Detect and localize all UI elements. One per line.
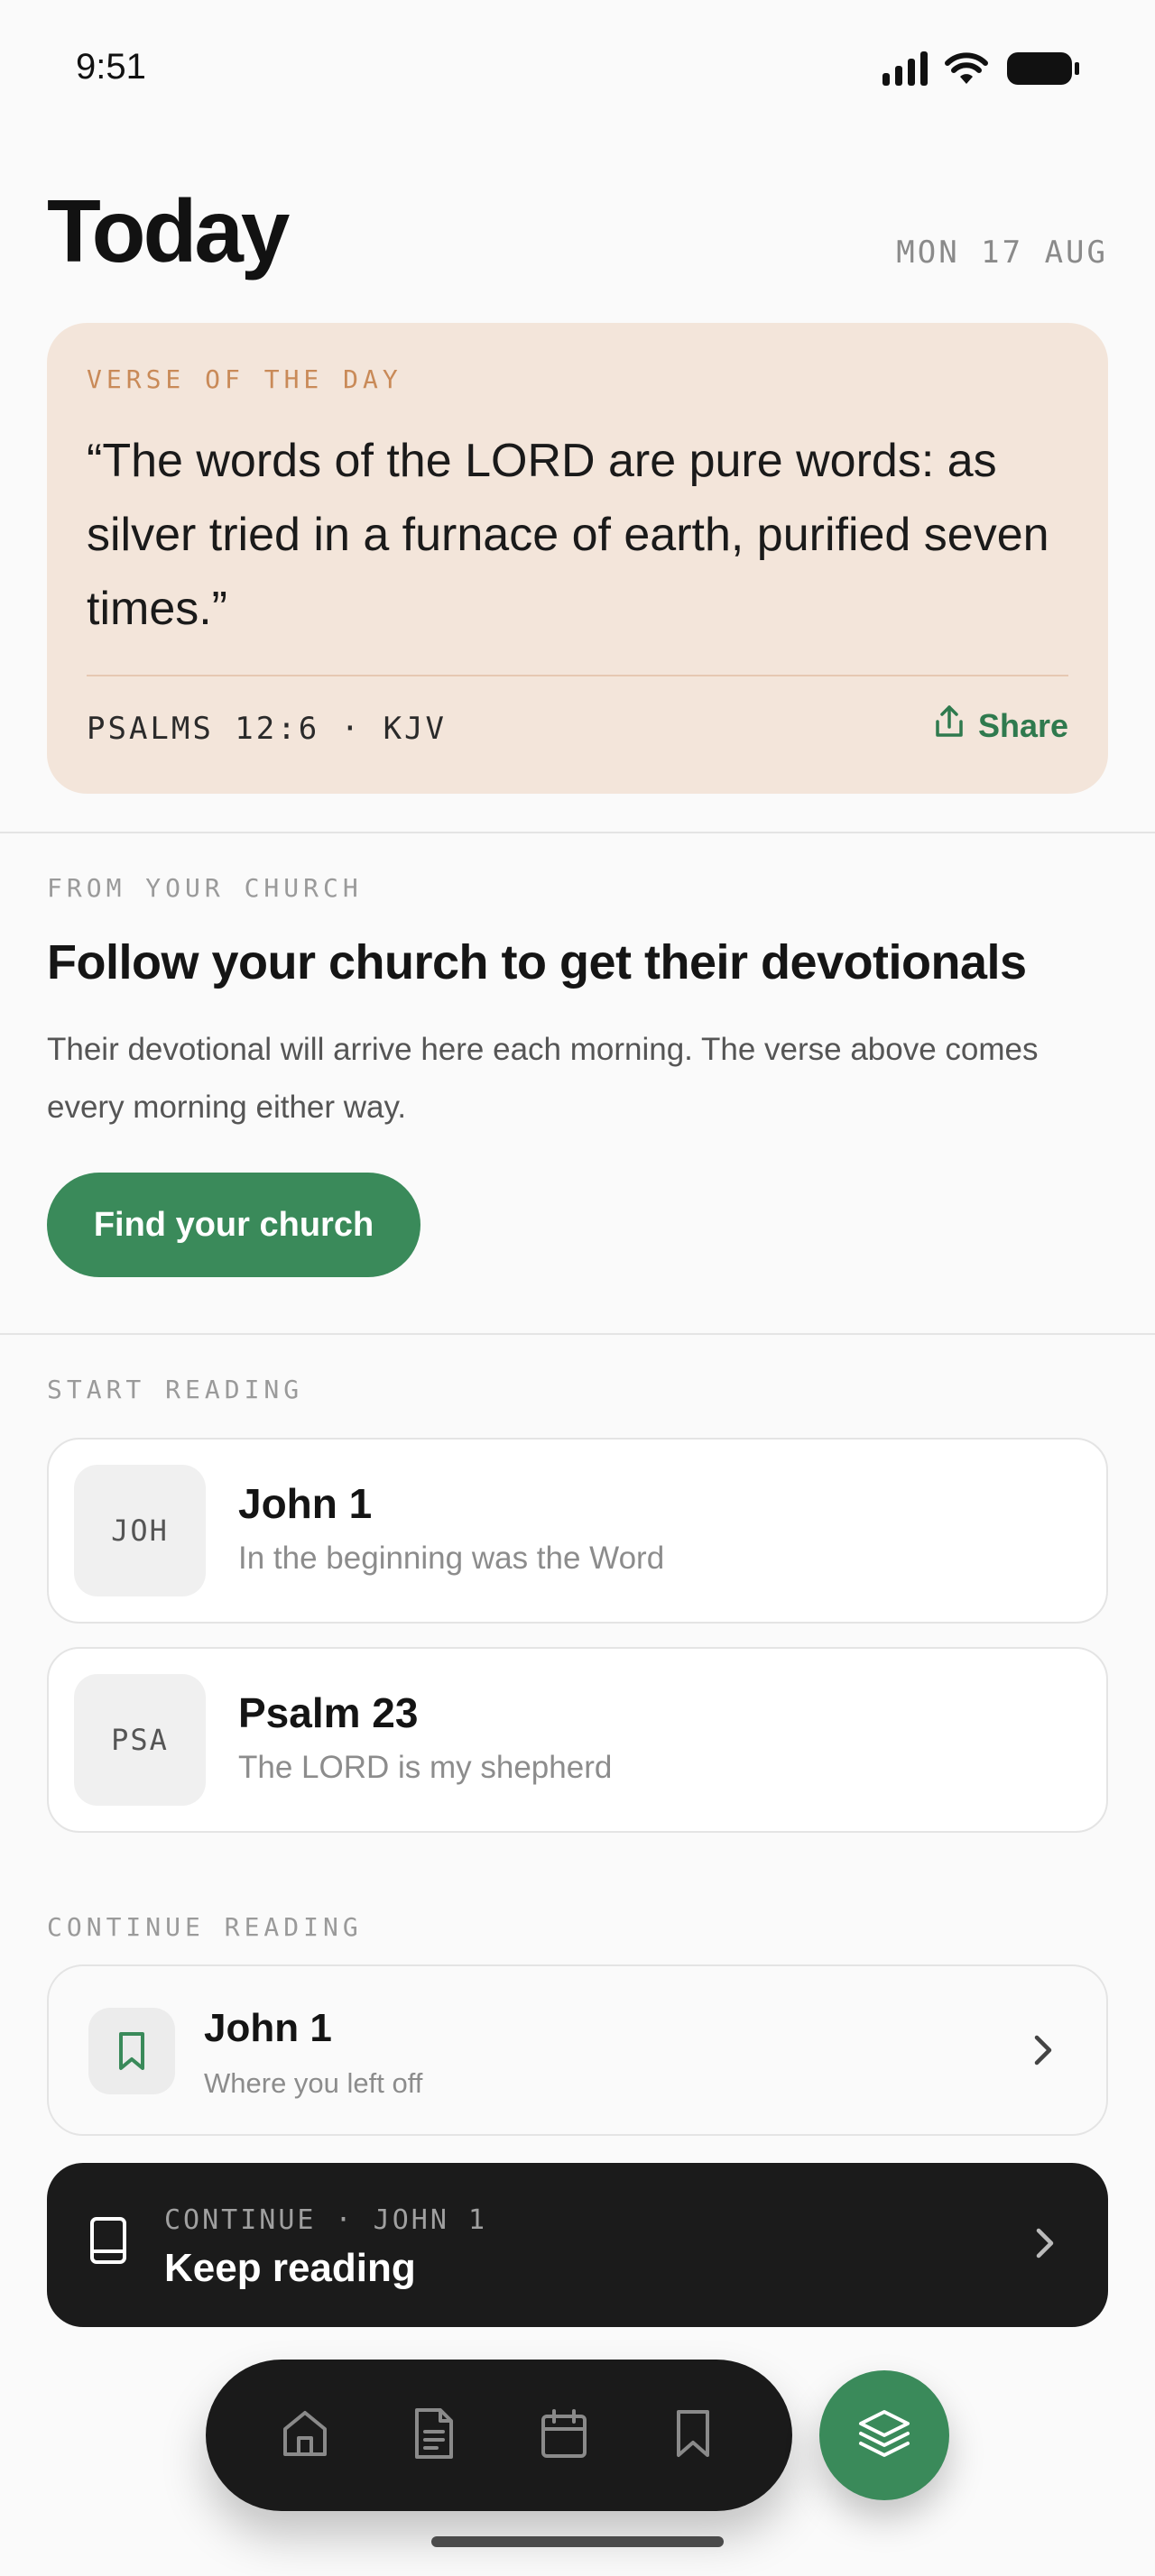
status-time: 9:51 (76, 47, 146, 87)
status-bar: 9:51 (0, 0, 1155, 135)
find-your-church-button[interactable]: Find your church (47, 1173, 420, 1277)
calendar-icon (539, 2407, 589, 2463)
verse-eyebrow: VERSE OF THE DAY (87, 364, 402, 394)
tab-calendar[interactable] (521, 2392, 607, 2479)
signal-icon (882, 51, 928, 86)
reading-card-subtitle: The LORD is my shepherd (238, 1750, 613, 1785)
battery-icon (1005, 51, 1081, 87)
bookmark-icon (673, 2408, 713, 2462)
share-button[interactable]: Share (933, 704, 1068, 748)
church-title: Follow your church to get their devotion… (47, 935, 1027, 989)
keep-reading-title: Keep reading (164, 2246, 416, 2290)
continue-title: John 1 (204, 2006, 332, 2050)
verse-divider (87, 675, 1068, 676)
layers-fab-button[interactable] (819, 2370, 949, 2500)
page-date: MON 17 AUG (896, 235, 1108, 271)
church-description: Their devotional will arrive here each m… (47, 1032, 1039, 1125)
tab-documents[interactable] (391, 2392, 477, 2479)
section-divider (0, 832, 1155, 833)
reading-card-title: Psalm 23 (238, 1689, 419, 1736)
keep-reading-bar[interactable]: CONTINUE · JOHN 1 Keep reading (47, 2163, 1108, 2327)
book-icon (87, 2215, 130, 2269)
tab-bar (206, 2360, 792, 2511)
church-eyebrow: FROM YOUR CHURCH (47, 873, 363, 903)
reading-card-psalm-23[interactable]: PSA Psalm 23 The LORD is my shepherd (47, 1647, 1108, 1833)
tab-home[interactable] (262, 2392, 348, 2479)
keep-reading-eyebrow: CONTINUE · JOHN 1 (164, 2204, 488, 2236)
page-title: Today (47, 181, 290, 281)
book-abbr-tile: JOH (74, 1465, 206, 1596)
verse-reference: PSALMS 12:6 · KJV (87, 711, 447, 747)
reading-card-title: John 1 (238, 1480, 373, 1527)
wifi-icon (944, 51, 989, 86)
chevron-right-icon (1032, 2222, 1058, 2268)
chevron-right-icon (1030, 2031, 1056, 2073)
start-reading-eyebrow: START READING (47, 1375, 304, 1404)
reading-card-subtitle: In the beginning was the Word (238, 1541, 665, 1576)
continue-reading-eyebrow: CONTINUE READING (47, 1912, 363, 1942)
tab-bookmarks[interactable] (650, 2392, 736, 2479)
share-label: Share (977, 706, 1068, 744)
home-icon (280, 2407, 330, 2463)
reading-card-john-1[interactable]: JOH John 1 In the beginning was the Word (47, 1438, 1108, 1624)
bookmark-icon (88, 2008, 175, 2094)
status-icons (882, 51, 1081, 87)
layers-icon (855, 2406, 913, 2464)
share-icon (933, 704, 966, 748)
book-abbr-tile: PSA (74, 1674, 206, 1806)
verse-text: “The words of the LORD are pure words: a… (87, 435, 1049, 635)
continue-subtitle: Where you left off (204, 2067, 423, 2099)
section-divider (0, 1333, 1155, 1335)
continue-reading-card[interactable]: John 1 Where you left off (47, 1964, 1108, 2136)
document-icon (411, 2406, 457, 2464)
verse-of-the-day-card: VERSE OF THE DAY “The words of the LORD … (47, 323, 1108, 794)
home-indicator (431, 2536, 724, 2547)
